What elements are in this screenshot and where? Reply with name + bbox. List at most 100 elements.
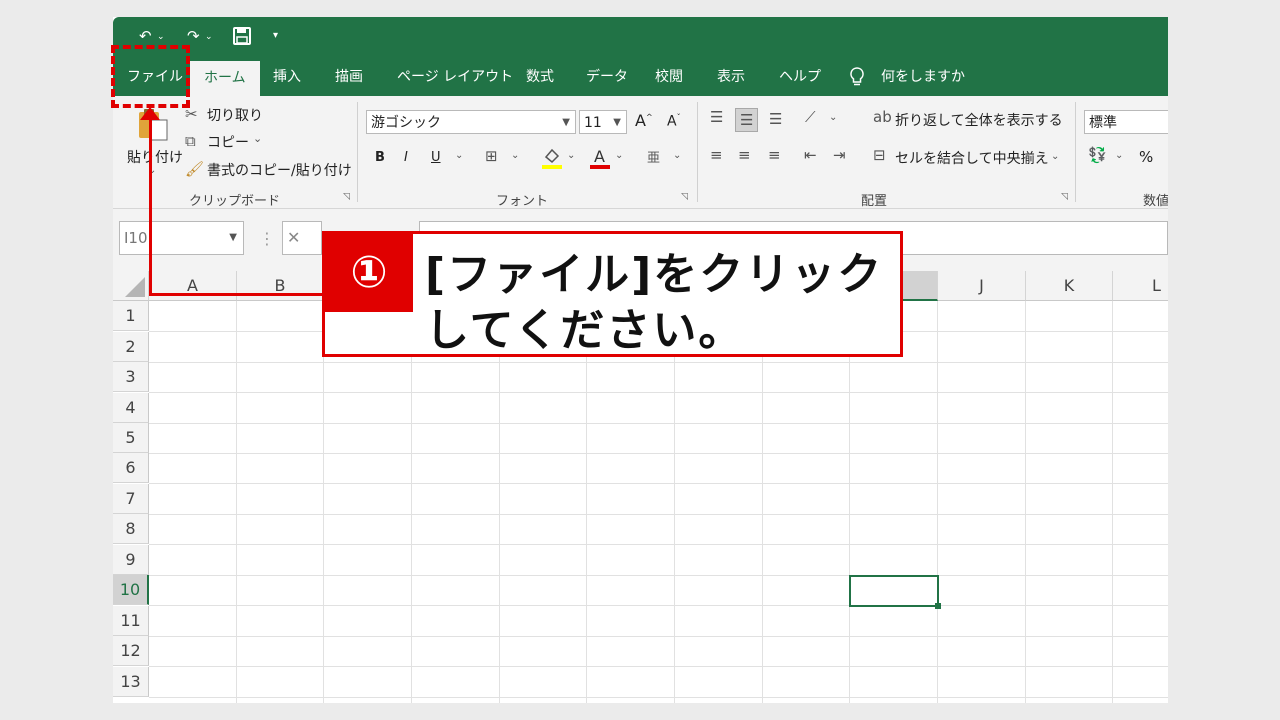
fill-color-icon[interactable] (541, 146, 563, 174)
tab-insert[interactable]: 挿入 (273, 59, 301, 96)
column-header[interactable]: A (149, 271, 237, 301)
undo-icon[interactable]: ↶ (139, 27, 152, 45)
row-header[interactable]: 3 (113, 362, 149, 392)
gridline (236, 301, 237, 703)
formula-bar-handle[interactable]: ⋮ (259, 229, 275, 248)
tab-home[interactable]: ホーム (190, 61, 260, 96)
format-painter-button[interactable]: 書式のコピー/貼り付け (207, 160, 352, 180)
column-header[interactable]: K (1026, 271, 1113, 301)
redo-icon[interactable]: ↷ (187, 27, 200, 45)
tab-draw[interactable]: 描画 (335, 59, 363, 96)
gridline (937, 301, 938, 703)
undo-dropdown-icon[interactable]: ⌄ (157, 32, 165, 42)
row-header[interactable]: 11 (113, 606, 149, 636)
gridline (149, 697, 1168, 698)
underline-button[interactable]: U (431, 150, 441, 165)
file-tab-highlight (111, 45, 190, 108)
column-header[interactable]: L (1113, 271, 1168, 301)
gridline (411, 301, 412, 703)
format-painter-icon: 🖌 (185, 160, 205, 178)
fill-color-dropdown-icon[interactable]: ⌄ (567, 150, 575, 161)
bold-button[interactable]: B (375, 150, 385, 165)
alignment-launcher-icon[interactable]: ◹ (1061, 192, 1068, 202)
borders-dropdown-icon[interactable]: ⌄ (511, 150, 519, 161)
phonetic-dropdown-icon[interactable]: ⌄ (673, 150, 681, 161)
select-all-corner[interactable] (113, 271, 149, 301)
row-header[interactable]: 8 (113, 514, 149, 544)
fill-handle[interactable] (935, 603, 941, 609)
row-header-selected[interactable]: 10 (113, 575, 149, 605)
phonetic-guide-icon[interactable]: 亜 (647, 147, 660, 166)
align-center-icon[interactable]: ≡ (738, 146, 751, 164)
merge-dropdown-icon[interactable]: ⌄ (1051, 151, 1059, 162)
font-group-label: フォント (496, 194, 549, 209)
wrap-text-button[interactable]: 折り返して全体を表示する (895, 110, 1063, 130)
tab-page-layout[interactable]: ページ レイアウト (397, 59, 513, 96)
font-color-icon[interactable]: A (589, 146, 611, 174)
paste-button[interactable]: 貼り付け (127, 147, 183, 167)
align-middle-icon[interactable]: ☰ (735, 108, 759, 132)
row-header[interactable]: 5 (113, 423, 149, 453)
font-name-select[interactable]: 游ゴシック ▼ (366, 110, 576, 134)
redo-dropdown-icon[interactable]: ⌄ (205, 32, 213, 42)
font-color-dropdown-icon[interactable]: ⌄ (615, 150, 623, 161)
cut-button[interactable]: 切り取り (207, 105, 263, 125)
copy-icon: ⧉ (185, 132, 196, 150)
active-cell[interactable] (849, 575, 939, 607)
tab-view[interactable]: 表示 (717, 59, 745, 96)
align-right-icon[interactable]: ≡ (768, 146, 781, 164)
row-header[interactable]: 9 (113, 545, 149, 575)
column-header[interactable]: J (938, 271, 1026, 301)
gridline (149, 636, 1168, 637)
gridline (149, 666, 1168, 667)
orientation-icon[interactable]: ⟋ (805, 108, 816, 126)
copy-dropdown-icon[interactable]: ⌄ (253, 132, 262, 145)
gridline (149, 544, 1168, 545)
increase-indent-icon[interactable]: ⇥ (833, 146, 846, 164)
row-header[interactable]: 13 (113, 667, 149, 697)
row-header[interactable]: 1 (113, 301, 149, 331)
font-launcher-icon[interactable]: ◹ (681, 192, 688, 202)
row-header[interactable]: 2 (113, 332, 149, 362)
currency-dropdown-icon[interactable]: ⌄ (1115, 150, 1123, 161)
row-header[interactable]: 12 (113, 636, 149, 666)
underline-dropdown-icon[interactable]: ⌄ (455, 150, 463, 161)
merge-center-button[interactable]: セルを結合して中央揃え (895, 148, 1049, 168)
currency-format-icon[interactable]: 💱 (1088, 146, 1107, 164)
tell-me-search[interactable]: 何をしますか (881, 59, 965, 96)
save-icon[interactable] (233, 27, 251, 49)
number-group-label: 数値 (1143, 194, 1168, 209)
pointer-arrow-icon (140, 107, 160, 120)
gridline (149, 423, 1168, 424)
name-box[interactable]: I10 ▼ (119, 221, 244, 255)
divider (357, 102, 358, 202)
font-size-select[interactable]: 11 ▼ (579, 110, 627, 134)
row-header[interactable]: 7 (113, 484, 149, 514)
orientation-dropdown-icon[interactable]: ⌄ (829, 112, 837, 123)
copy-button[interactable]: コピー (207, 132, 249, 152)
decrease-font-size-icon[interactable]: Aˇ (667, 113, 681, 130)
gridline (149, 575, 1168, 576)
borders-icon[interactable]: ⊞ (485, 147, 498, 165)
align-top-icon[interactable]: ☰ (710, 108, 723, 126)
customize-icon[interactable]: ▾ (273, 30, 278, 41)
tab-data[interactable]: データ (586, 59, 628, 96)
decrease-indent-icon[interactable]: ⇤ (804, 146, 817, 164)
tab-formulas[interactable]: 数式 (526, 59, 554, 96)
increase-font-size-icon[interactable]: A^ (635, 111, 653, 130)
row-header[interactable]: 6 (113, 453, 149, 483)
row-header[interactable]: 4 (113, 393, 149, 423)
number-format-select[interactable]: 標準 (1084, 110, 1168, 134)
gridline (586, 301, 587, 703)
tab-help[interactable]: ヘルプ (779, 59, 821, 96)
clipboard-launcher-icon[interactable]: ◹ (343, 192, 350, 202)
font-dropdown-icon: ▼ (562, 117, 570, 128)
svg-text:A: A (594, 147, 605, 166)
column-header[interactable]: B (237, 271, 324, 301)
align-bottom-icon[interactable]: ☰ (769, 110, 782, 128)
align-left-icon[interactable]: ≡ (710, 146, 723, 164)
tab-review[interactable]: 校閲 (655, 59, 683, 96)
percent-button[interactable]: % (1139, 148, 1153, 166)
cancel-icon[interactable]: ✕ (282, 221, 322, 255)
italic-button[interactable]: I (404, 150, 408, 165)
